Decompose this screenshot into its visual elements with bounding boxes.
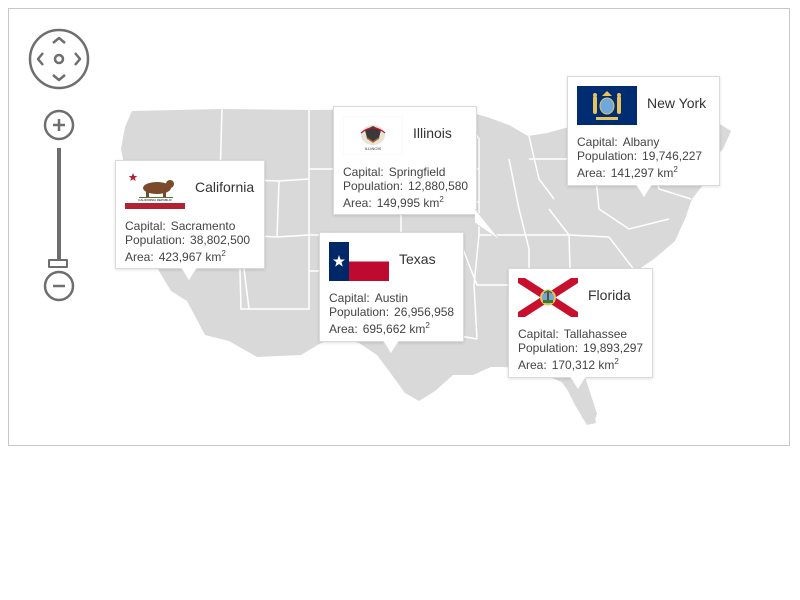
state-info: Capital: Sacramento Population: 38,802,500… (125, 219, 250, 264)
population-label: Population: (125, 233, 186, 247)
pan-arrows-icon[interactable] (28, 28, 90, 90)
area-unit-exp: 2 (614, 357, 619, 366)
area-value: 695,662 (362, 322, 407, 336)
illinois-flag-icon: ILLINOIS (343, 116, 403, 155)
area-label: Area: (577, 166, 606, 180)
population-value: 38,802,500 (190, 233, 251, 247)
population-label: Population: (343, 179, 404, 193)
capital-label: Capital: (577, 135, 618, 149)
area-unit-exp: 2 (221, 249, 226, 258)
area-label: Area: (125, 250, 154, 264)
capital-value: Austin (374, 291, 409, 305)
new-york-flag-icon (577, 86, 637, 125)
zoom-slider-thumb[interactable] (48, 259, 68, 268)
area-unit: km (657, 166, 674, 180)
minus-icon[interactable] (43, 270, 75, 302)
capital-label: Capital: (518, 327, 559, 341)
area-unit-exp: 2 (439, 195, 444, 204)
area-value: 423,967 (158, 250, 203, 264)
texas-flag-icon (329, 242, 389, 281)
state-name: Illinois (413, 125, 452, 141)
area-label: Area: (343, 196, 372, 210)
state-info: Capital: Springfield Population: 12,880,58… (343, 165, 468, 210)
area-label: Area: (329, 322, 358, 336)
svg-text:ILLINOIS: ILLINOIS (365, 146, 382, 151)
callout-new-york[interactable]: New York Capital: Albany Population: 19,74… (567, 76, 720, 186)
capital-value: Springfield (388, 165, 446, 179)
zoom-slider-track[interactable] (57, 148, 61, 266)
california-flag-icon: CALIFORNIA REPUBLIC (125, 170, 185, 209)
area-unit-exp: 2 (673, 165, 678, 174)
callout-pointer (383, 341, 399, 355)
population-label: Population: (577, 149, 638, 163)
callout-pointer (181, 268, 197, 282)
area-value: 141,297 (610, 166, 655, 180)
capital-value: Tallahassee (563, 327, 628, 341)
area-label: Area: (518, 358, 547, 372)
population-label: Population: (329, 305, 390, 319)
state-name: New York (647, 95, 707, 111)
callout-illinois[interactable]: ILLINOIS Illinois Capital: Springfield Po… (333, 106, 477, 215)
callout-florida[interactable]: Florida Capital: Tallahassee Population: 1… (508, 268, 653, 378)
callout-california[interactable]: CALIFORNIA REPUBLIC California Capital: S… (115, 160, 265, 269)
area-unit: km (598, 358, 615, 372)
area-value: 149,995 (376, 196, 421, 210)
state-info: Capital: Austin Population: 26,956,958 Are… (329, 291, 454, 336)
florida-flag-icon (518, 278, 578, 317)
area-unit: km (409, 322, 426, 336)
area-unit: km (423, 196, 440, 210)
callout-texas[interactable]: Texas Capital: Austin Population: 26,956,9… (319, 232, 464, 342)
map-container[interactable]: CALIFORNIA REPUBLIC California Capital: S… (8, 8, 790, 446)
state-name: Florida (588, 287, 631, 303)
callout-pointer (475, 209, 502, 242)
population-label: Population: (518, 341, 579, 355)
population-value: 19,893,297 (583, 341, 644, 355)
population-value: 12,880,580 (408, 179, 469, 193)
state-info: Capital: Tallahassee Population: 19,893,29… (518, 327, 643, 372)
svg-text:CALIFORNIA REPUBLIC: CALIFORNIA REPUBLIC (138, 198, 173, 202)
population-value: 19,746,227 (642, 149, 703, 163)
state-info: Capital: Albany Population: 19,746,227 Are… (577, 135, 702, 180)
population-value: 26,956,958 (394, 305, 455, 319)
capital-value: Albany (622, 135, 660, 149)
capital-label: Capital: (125, 219, 166, 233)
capital-label: Capital: (343, 165, 384, 179)
state-name: California (195, 179, 255, 195)
area-unit: km (205, 250, 222, 264)
callout-pointer (636, 185, 652, 199)
capital-label: Capital: (329, 291, 370, 305)
plus-icon[interactable] (43, 109, 75, 141)
capital-value: Sacramento (170, 219, 236, 233)
area-value: 170,312 (551, 358, 596, 372)
area-unit-exp: 2 (425, 321, 430, 330)
state-name: Texas (399, 251, 436, 267)
callout-pointer (570, 377, 586, 391)
